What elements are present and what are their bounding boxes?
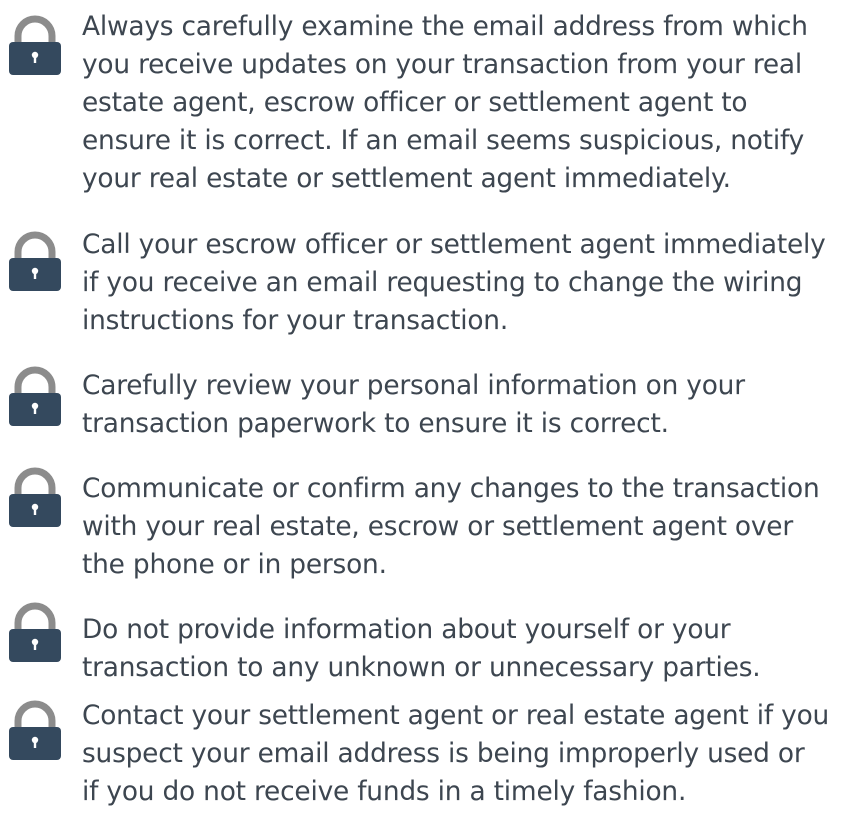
tip-text: Carefully review your personal informati… bbox=[82, 370, 745, 439]
tip-text: Call your escrow officer or settlement a… bbox=[82, 229, 826, 336]
tip-text: Do not provide information about yoursel… bbox=[82, 614, 761, 683]
padlock-icon bbox=[6, 14, 64, 76]
padlock-icon bbox=[6, 365, 64, 427]
padlock-icon bbox=[6, 601, 64, 663]
padlock-icon bbox=[6, 699, 64, 761]
tip-text: Contact your settlement agent or real es… bbox=[82, 700, 830, 807]
padlock-icon bbox=[6, 230, 64, 292]
tip-text: Communicate or confirm any changes to th… bbox=[82, 473, 820, 580]
padlock-icon bbox=[6, 466, 64, 528]
security-tips-list: Always carefully examine the email addre… bbox=[0, 0, 842, 813]
tip-text: Always carefully examine the email addre… bbox=[82, 11, 808, 194]
